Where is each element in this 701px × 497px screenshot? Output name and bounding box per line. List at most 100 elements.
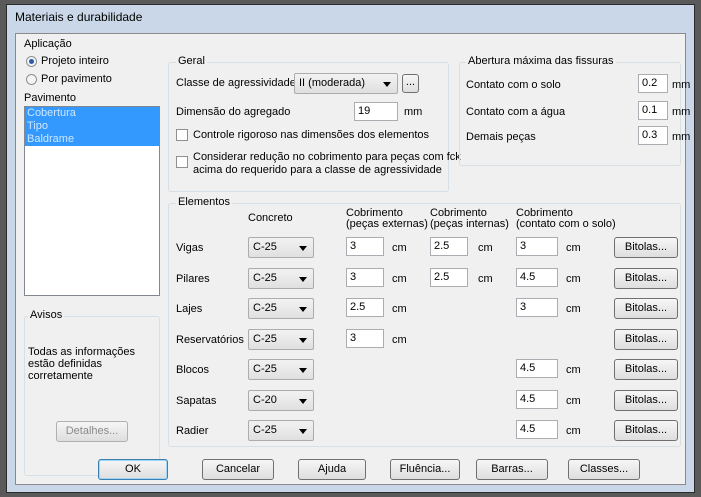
abertura-demais-input[interactable]: 0.3 bbox=[638, 126, 668, 145]
chevron-down-icon bbox=[299, 246, 307, 251]
dimensao-input[interactable]: 19 bbox=[354, 102, 398, 121]
concreto-select[interactable]: C-25 bbox=[248, 329, 314, 350]
concreto-select[interactable]: C-25 bbox=[248, 420, 314, 441]
concreto-select[interactable]: C-25 bbox=[248, 359, 314, 380]
concreto-value: C-25 bbox=[253, 241, 277, 253]
bitolas-button[interactable]: Bitolas... bbox=[614, 268, 678, 289]
cob-solo-input[interactable]: 3 bbox=[516, 298, 558, 317]
concreto-select[interactable]: C-25 bbox=[248, 298, 314, 319]
classe-ellipsis-button[interactable]: ... bbox=[402, 74, 419, 93]
considerar-reducao-checkbox[interactable] bbox=[176, 156, 188, 168]
cob-ext-unit: cm bbox=[392, 242, 407, 254]
concreto-select[interactable]: C-25 bbox=[248, 237, 314, 258]
bitolas-button[interactable]: Bitolas... bbox=[614, 420, 678, 441]
cob-ext-input[interactable]: 3 bbox=[346, 268, 384, 287]
cob-ext-unit: cm bbox=[392, 303, 407, 315]
pavimento-label: Pavimento bbox=[24, 92, 76, 104]
bitolas-button[interactable]: Bitolas... bbox=[614, 237, 678, 258]
concreto-value: C-20 bbox=[253, 394, 277, 406]
dialog-window: Materiais e durabilidade Aplicação Proje… bbox=[6, 4, 695, 493]
classes-button[interactable]: Classes... bbox=[568, 459, 640, 480]
avisos-label: Avisos bbox=[28, 309, 65, 321]
abertura-agua-input[interactable]: 0.1 bbox=[638, 101, 668, 120]
row-name: Lajes bbox=[176, 303, 203, 315]
row-name: Sapatas bbox=[176, 395, 217, 407]
cob-solo-unit: cm bbox=[566, 242, 581, 254]
title-bar[interactable]: Materiais e durabilidade bbox=[7, 5, 694, 29]
chevron-down-icon bbox=[299, 399, 307, 404]
header-cob-solo-2: (contato com o solo) bbox=[516, 218, 616, 230]
concreto-value: C-25 bbox=[253, 302, 277, 314]
dialog-body: Aplicação Projeto inteiro Por pavimento … bbox=[15, 33, 690, 485]
cob-int-unit: cm bbox=[478, 273, 493, 285]
abertura-solo-input[interactable]: 0.2 bbox=[638, 74, 668, 93]
list-item[interactable]: Tipo bbox=[25, 120, 159, 133]
chevron-down-icon bbox=[383, 82, 391, 87]
fluencia-button[interactable]: Fluência... bbox=[390, 459, 460, 480]
concreto-value: C-25 bbox=[253, 424, 277, 436]
abertura-solo-label: Contato com o solo bbox=[466, 79, 561, 91]
cob-solo-unit: cm bbox=[566, 425, 581, 437]
radio-por-pavimento-label[interactable]: Por pavimento bbox=[41, 73, 112, 85]
abertura-solo-unit: mm bbox=[672, 79, 691, 91]
classe-label: Classe de agressividade bbox=[176, 77, 296, 89]
row-name: Reservatórios bbox=[176, 334, 244, 346]
list-item[interactable]: Baldrame bbox=[25, 133, 159, 146]
radio-por-pavimento[interactable] bbox=[26, 74, 37, 85]
header-concreto: Concreto bbox=[248, 212, 293, 224]
dimensao-unit: mm bbox=[404, 106, 423, 118]
cob-ext-input[interactable]: 2.5 bbox=[346, 298, 384, 317]
geral-label: Geral bbox=[176, 55, 207, 67]
controle-rigoroso-checkbox[interactable] bbox=[176, 129, 188, 141]
bitolas-button[interactable]: Bitolas... bbox=[614, 329, 678, 350]
header-cob-ext-2: (peças externas) bbox=[346, 218, 428, 230]
chevron-down-icon bbox=[299, 368, 307, 373]
bitolas-button[interactable]: Bitolas... bbox=[614, 298, 678, 319]
abertura-demais-unit: mm bbox=[672, 131, 691, 143]
cob-solo-unit: cm bbox=[566, 364, 581, 376]
abertura-agua-label: Contato com a água bbox=[466, 106, 566, 118]
list-item[interactable]: Cobertura bbox=[25, 107, 159, 120]
cob-solo-unit: cm bbox=[566, 395, 581, 407]
cancelar-button[interactable]: Cancelar bbox=[202, 459, 274, 480]
cob-solo-input[interactable]: 4.5 bbox=[516, 420, 558, 439]
cob-solo-input[interactable]: 4.5 bbox=[516, 359, 558, 378]
pavimento-listbox[interactable]: Cobertura Tipo Baldrame bbox=[24, 106, 160, 296]
cob-solo-input[interactable]: 3 bbox=[516, 237, 558, 256]
abertura-demais-label: Demais peças bbox=[466, 131, 536, 143]
considerar-reducao-label-1[interactable]: Considerar redução no cobrimento para pe… bbox=[193, 151, 461, 163]
concreto-value: C-25 bbox=[253, 363, 277, 375]
cob-solo-input[interactable]: 4.5 bbox=[516, 268, 558, 287]
header-cob-int-2: (peças internas) bbox=[430, 218, 509, 230]
cob-int-input[interactable]: 2.5 bbox=[430, 237, 468, 256]
barras-button[interactable]: Barras... bbox=[476, 459, 548, 480]
radio-projeto-inteiro-label[interactable]: Projeto inteiro bbox=[41, 55, 109, 67]
avisos-group bbox=[24, 316, 160, 476]
concreto-select[interactable]: C-25 bbox=[248, 268, 314, 289]
row-name: Vigas bbox=[176, 242, 204, 254]
classe-value: II (moderada) bbox=[299, 77, 366, 89]
cob-int-input[interactable]: 2.5 bbox=[430, 268, 468, 287]
classe-select[interactable]: II (moderada) bbox=[294, 73, 398, 94]
ok-button[interactable]: OK bbox=[98, 459, 168, 480]
cob-ext-input[interactable]: 3 bbox=[346, 237, 384, 256]
cob-solo-unit: cm bbox=[566, 303, 581, 315]
abertura-agua-unit: mm bbox=[672, 106, 691, 118]
ajuda-button[interactable]: Ajuda bbox=[298, 459, 366, 480]
cob-ext-unit: cm bbox=[392, 334, 407, 346]
cob-ext-input[interactable]: 3 bbox=[346, 329, 384, 348]
aplicacao-label: Aplicação bbox=[24, 38, 72, 50]
cob-ext-unit: cm bbox=[392, 273, 407, 285]
cob-solo-input[interactable]: 4.5 bbox=[516, 390, 558, 409]
chevron-down-icon bbox=[299, 277, 307, 282]
bitolas-button[interactable]: Bitolas... bbox=[614, 390, 678, 411]
controle-rigoroso-label[interactable]: Controle rigoroso nas dimensões dos elem… bbox=[193, 129, 429, 141]
radio-projeto-inteiro[interactable] bbox=[26, 56, 37, 67]
chevron-down-icon bbox=[299, 307, 307, 312]
bitolas-button[interactable]: Bitolas... bbox=[614, 359, 678, 380]
elementos-label: Elementos bbox=[176, 196, 232, 208]
cob-solo-unit: cm bbox=[566, 273, 581, 285]
detalhes-button[interactable]: Detalhes... bbox=[56, 421, 128, 442]
considerar-reducao-label-2[interactable]: acima do requerido para a classe de agre… bbox=[193, 164, 442, 176]
concreto-select[interactable]: C-20 bbox=[248, 390, 314, 411]
